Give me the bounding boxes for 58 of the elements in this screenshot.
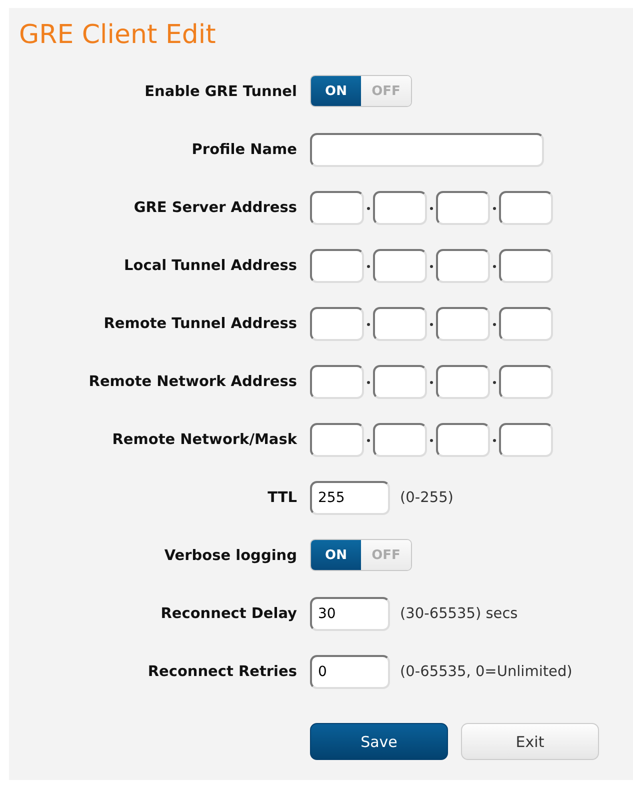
field-label: Verbose logging xyxy=(163,547,297,566)
octet-field[interactable] xyxy=(499,365,553,399)
separator-dot xyxy=(430,438,433,442)
number-field[interactable]: 0 xyxy=(310,655,390,689)
octet-field[interactable] xyxy=(499,191,553,225)
separator-dot xyxy=(430,380,433,384)
separator-dot xyxy=(367,438,370,442)
octet-field[interactable] xyxy=(310,191,364,225)
exit-button[interactable]: Exit xyxy=(461,723,599,760)
octet-field[interactable] xyxy=(373,423,427,457)
range-hint: (0-65535, 0=Unlimited) xyxy=(400,663,572,682)
field-label: Profile Name xyxy=(190,141,297,160)
field-label: Reconnect Delay xyxy=(160,605,297,624)
page-title: GRE Client Edit xyxy=(19,20,217,50)
octet-field[interactable] xyxy=(310,365,364,399)
save-button[interactable]: Save xyxy=(310,723,448,760)
field-label: Reconnect Retries xyxy=(146,663,297,682)
field-label: Local Tunnel Address xyxy=(123,257,297,276)
field-label: GRE Server Address xyxy=(132,199,297,218)
octet-field[interactable] xyxy=(499,423,553,457)
number-field[interactable]: 30 xyxy=(310,597,390,631)
octet-field[interactable] xyxy=(373,307,427,341)
octet-field[interactable] xyxy=(436,191,490,225)
text-field[interactable] xyxy=(310,133,544,167)
octet-field[interactable] xyxy=(436,307,490,341)
separator-dot xyxy=(430,264,433,268)
octet-field[interactable] xyxy=(436,365,490,399)
on-off-switch[interactable]: ON OFF xyxy=(310,75,412,107)
separator-dot xyxy=(367,380,370,384)
range-hint: (30-65535) secs xyxy=(400,605,518,624)
octet-field[interactable] xyxy=(499,307,553,341)
octet-field[interactable] xyxy=(310,423,364,457)
field-label: Remote Tunnel Address xyxy=(102,315,297,334)
octet-field[interactable] xyxy=(373,249,427,283)
octet-field[interactable] xyxy=(310,307,364,341)
separator-dot xyxy=(493,438,496,442)
octet-field[interactable] xyxy=(436,249,490,283)
separator-dot xyxy=(493,380,496,384)
octet-field[interactable] xyxy=(436,423,490,457)
field-label: TTL xyxy=(266,489,297,508)
separator-dot xyxy=(430,206,433,210)
range-hint: (0-255) xyxy=(400,489,454,508)
octet-field[interactable] xyxy=(310,249,364,283)
separator-dot xyxy=(367,264,370,268)
number-field[interactable]: 255 xyxy=(310,481,390,515)
separator-dot xyxy=(367,322,370,326)
separator-dot xyxy=(493,322,496,326)
octet-field[interactable] xyxy=(373,191,427,225)
octet-field[interactable] xyxy=(499,249,553,283)
separator-dot xyxy=(493,264,496,268)
octet-field[interactable] xyxy=(373,365,427,399)
on-off-switch[interactable]: ON OFF xyxy=(310,539,412,571)
field-label: Enable GRE Tunnel xyxy=(144,83,297,102)
separator-dot xyxy=(367,206,370,210)
separator-dot xyxy=(430,322,433,326)
field-label: Remote Network/Mask xyxy=(111,431,297,450)
separator-dot xyxy=(493,206,496,210)
field-label: Remote Network Address xyxy=(88,373,297,392)
